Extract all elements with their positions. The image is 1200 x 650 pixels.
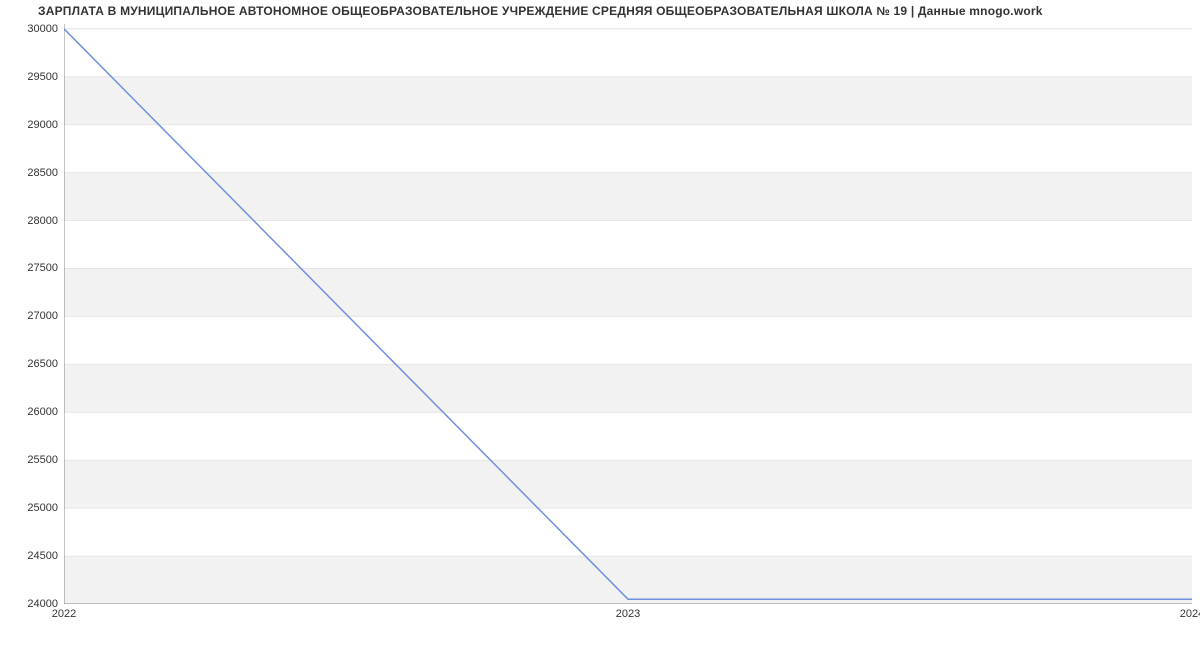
x-tick-label: 2023 xyxy=(616,608,640,620)
y-tick-label: 25500 xyxy=(8,454,58,466)
salary-chart: ЗАРПЛАТА В МУНИЦИПАЛЬНОЕ АВТОНОМНОЕ ОБЩЕ… xyxy=(0,0,1200,650)
y-tick-label: 26500 xyxy=(8,358,58,370)
y-tick-label: 29000 xyxy=(8,119,58,131)
y-tick-label: 26000 xyxy=(8,406,58,418)
y-tick-label: 29500 xyxy=(8,71,58,83)
y-tick-label: 28000 xyxy=(8,215,58,227)
x-tick-label: 2024 xyxy=(1180,608,1200,620)
grid-bands xyxy=(64,77,1192,604)
x-tick-label: 2022 xyxy=(52,608,76,620)
y-tick-label: 27000 xyxy=(8,310,58,322)
y-tick-label: 24500 xyxy=(8,550,58,562)
plot-area xyxy=(64,24,1192,604)
plot-svg xyxy=(64,24,1192,604)
y-tick-label: 30000 xyxy=(8,23,58,35)
y-tick-label: 27500 xyxy=(8,262,58,274)
y-tick-label: 24000 xyxy=(8,598,58,610)
y-tick-label: 28500 xyxy=(8,167,58,179)
y-tick-label: 25000 xyxy=(8,502,58,514)
chart-title: ЗАРПЛАТА В МУНИЦИПАЛЬНОЕ АВТОНОМНОЕ ОБЩЕ… xyxy=(38,4,1043,18)
